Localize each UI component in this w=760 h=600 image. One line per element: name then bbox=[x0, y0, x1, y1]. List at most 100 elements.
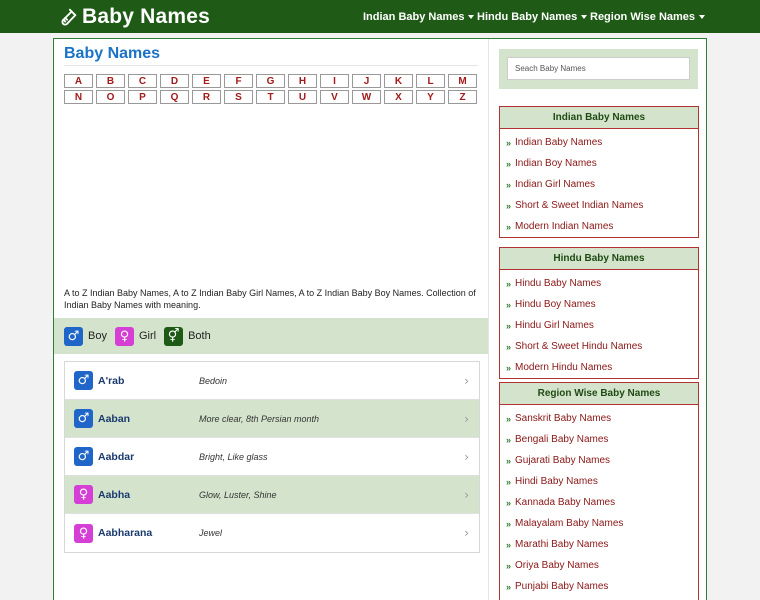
sidebar-link[interactable]: » Indian Boy Names bbox=[506, 153, 698, 174]
panel-title: Hindu Baby Names bbox=[500, 248, 698, 270]
male-symbol-icon: ♂ bbox=[74, 371, 93, 390]
sidebar-link-label: Indian Baby Names bbox=[515, 137, 603, 148]
letter-button-n[interactable]: N bbox=[64, 90, 93, 104]
sidebar-link-label: Modern Hindu Names bbox=[515, 362, 613, 373]
sidebar-link[interactable]: » Hindu Boy Names bbox=[506, 294, 698, 315]
name-meaning: Bright, Like glass bbox=[199, 451, 268, 462]
letter-button-d[interactable]: D bbox=[160, 74, 189, 88]
letter-button-c[interactable]: C bbox=[128, 74, 157, 88]
sidebar-link-label: Bengali Baby Names bbox=[515, 434, 609, 445]
letter-button-j[interactable]: J bbox=[352, 74, 381, 88]
sidebar-link[interactable]: » Punjabi Baby Names bbox=[506, 576, 698, 597]
letter-button-p[interactable]: P bbox=[128, 90, 157, 104]
chevron-right-icon: › bbox=[464, 374, 469, 388]
sidebar-link[interactable]: » Hindi Baby Names bbox=[506, 471, 698, 492]
sidebar-link[interactable]: » Marathi Baby Names bbox=[506, 534, 698, 555]
intro-text: A to Z Indian Baby Names, A to Z Indian … bbox=[64, 288, 476, 310]
male-symbol-icon: ♂ bbox=[64, 326, 83, 346]
letter-button-h[interactable]: H bbox=[288, 74, 317, 88]
top-navbar: Baby Names Indian Baby Names Hindu Baby … bbox=[0, 0, 760, 33]
double-chevron-icon: » bbox=[506, 299, 512, 310]
sidebar-link[interactable]: » Short & Sweet Hindu Names bbox=[506, 336, 698, 357]
letter-button-y[interactable]: Y bbox=[416, 90, 445, 104]
letter-button-t[interactable]: T bbox=[256, 90, 285, 104]
chevron-right-icon: › bbox=[464, 412, 469, 426]
letter-button-w[interactable]: W bbox=[352, 90, 381, 104]
page-title: Baby Names bbox=[64, 45, 161, 62]
letter-button-z[interactable]: Z bbox=[448, 90, 477, 104]
alphabet-index: ABCDEFGHIJKLM NOPQRSTUVWXYZ bbox=[64, 74, 480, 104]
chevron-right-icon: › bbox=[464, 488, 469, 502]
double-chevron-icon: » bbox=[506, 560, 512, 571]
letter-button-g[interactable]: G bbox=[256, 74, 285, 88]
nav-hindu-baby-names[interactable]: Hindu Baby Names bbox=[477, 0, 588, 33]
panel-region-wise-baby-names: Region Wise Baby Names » Sanskrit Baby Na… bbox=[499, 382, 699, 600]
letter-button-v[interactable]: V bbox=[320, 90, 349, 104]
sidebar-link-label: Malayalam Baby Names bbox=[515, 518, 624, 529]
sidebar-link[interactable]: » Indian Girl Names bbox=[506, 174, 698, 195]
panel-hindu-baby-names: Hindu Baby Names » Hindu Baby Names» Hindu… bbox=[499, 247, 699, 379]
name-meaning: Glow, Luster, Shine bbox=[199, 489, 277, 500]
double-chevron-icon: » bbox=[506, 455, 512, 466]
nav-label: Indian Baby Names bbox=[363, 10, 465, 23]
caret-down-icon bbox=[468, 15, 475, 19]
sidebar-link-label: Marathi Baby Names bbox=[515, 539, 609, 550]
sidebar-link[interactable]: » Bengali Baby Names bbox=[506, 429, 698, 450]
double-chevron-icon: » bbox=[506, 497, 512, 508]
sidebar-link-label: Hindu Baby Names bbox=[515, 278, 602, 289]
sidebar-link[interactable]: » Kannada Baby Names bbox=[506, 492, 698, 513]
brand-logo[interactable]: Baby Names bbox=[57, 3, 210, 30]
filter-boy[interactable]: ♂ Boy bbox=[64, 326, 107, 346]
list-item[interactable]: ♀ Aabha Glow, Luster, Shine › bbox=[65, 476, 479, 514]
letter-button-r[interactable]: R bbox=[192, 90, 221, 104]
list-item[interactable]: ♂ Aabdar Bright, Like glass › bbox=[65, 438, 479, 476]
letter-button-f[interactable]: F bbox=[224, 74, 253, 88]
double-chevron-icon: » bbox=[506, 221, 512, 232]
filter-label: Boy bbox=[88, 330, 107, 342]
sidebar-link[interactable]: » Modern Indian Names bbox=[506, 216, 698, 237]
sidebar-link[interactable]: » Hindu Girl Names bbox=[506, 315, 698, 336]
sidebar-link-label: Hindu Girl Names bbox=[515, 320, 594, 331]
letter-button-i[interactable]: I bbox=[320, 74, 349, 88]
filter-both[interactable]: ⚥ Both bbox=[164, 326, 211, 346]
letter-button-s[interactable]: S bbox=[224, 90, 253, 104]
letter-button-l[interactable]: L bbox=[416, 74, 445, 88]
sidebar-link[interactable]: » Gujarati Baby Names bbox=[506, 450, 698, 471]
baby-name: Aaban bbox=[98, 412, 131, 425]
sidebar-link[interactable]: » Hindu Baby Names bbox=[506, 273, 698, 294]
nav-region-wise-names[interactable]: Region Wise Names bbox=[590, 0, 706, 33]
caret-down-icon bbox=[699, 15, 706, 19]
letter-button-b[interactable]: B bbox=[96, 74, 125, 88]
sidebar-link[interactable]: » Indian Baby Names bbox=[506, 132, 698, 153]
double-chevron-icon: » bbox=[506, 158, 512, 169]
baby-bottle-icon bbox=[61, 8, 77, 25]
female-symbol-icon: ♀ bbox=[74, 523, 93, 543]
letter-button-a[interactable]: A bbox=[64, 74, 93, 88]
sidebar-link[interactable]: » Malayalam Baby Names bbox=[506, 513, 698, 534]
letter-button-m[interactable]: M bbox=[448, 74, 477, 88]
sidebar-link-label: Kannada Baby Names bbox=[515, 497, 616, 508]
divider bbox=[64, 65, 478, 66]
sidebar-link-label: Hindi Baby Names bbox=[515, 476, 598, 487]
sidebar-link[interactable]: » Short & Sweet Indian Names bbox=[506, 195, 698, 216]
letter-button-u[interactable]: U bbox=[288, 90, 317, 104]
letter-button-x[interactable]: X bbox=[384, 90, 413, 104]
list-item[interactable]: ♂ Aaban More clear, 8th Persian month › bbox=[65, 400, 479, 438]
page-container: Baby Names ABCDEFGHIJKLM NOPQRSTUVWXYZ A … bbox=[53, 38, 707, 600]
letter-button-e[interactable]: E bbox=[192, 74, 221, 88]
list-item[interactable]: ♀ Aabharana Jewel › bbox=[65, 514, 479, 552]
letter-button-q[interactable]: Q bbox=[160, 90, 189, 104]
double-chevron-icon: » bbox=[506, 278, 512, 289]
name-meaning: Jewel bbox=[199, 528, 223, 538]
filter-label: Girl bbox=[138, 330, 157, 342]
letter-button-k[interactable]: K bbox=[384, 74, 413, 88]
letter-button-o[interactable]: O bbox=[96, 90, 125, 104]
sidebar-link[interactable]: » Sanskrit Baby Names bbox=[506, 408, 698, 429]
nav-indian-baby-names[interactable]: Indian Baby Names bbox=[363, 0, 475, 33]
search-input[interactable] bbox=[507, 57, 690, 80]
baby-name: Aabharana bbox=[98, 527, 153, 539]
list-item[interactable]: ♂ A'rab Bedoin › bbox=[65, 362, 479, 400]
sidebar-link[interactable]: » Oriya Baby Names bbox=[506, 555, 698, 576]
sidebar-link[interactable]: » Modern Hindu Names bbox=[506, 357, 698, 378]
filter-girl[interactable]: ♀ Girl bbox=[114, 326, 157, 346]
